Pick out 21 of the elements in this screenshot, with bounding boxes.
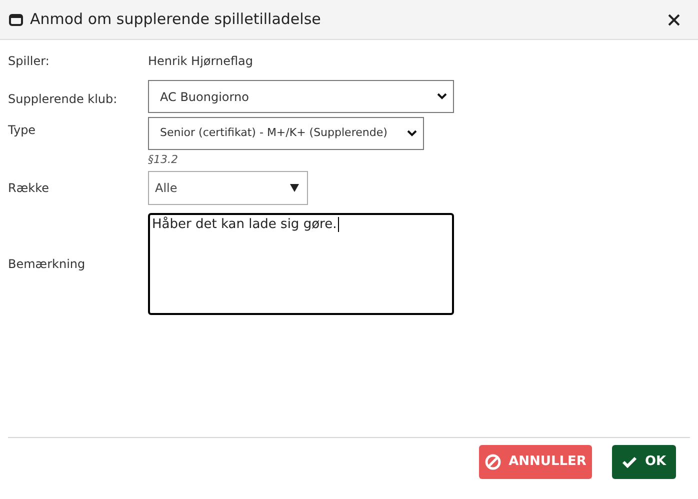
select-field[interactable]: AC Buongiorno xyxy=(148,80,454,113)
prohibited-icon xyxy=(484,454,501,470)
field-label: Spiller: xyxy=(7,53,50,70)
rule-reference: §13.2 xyxy=(148,152,179,168)
chevron-down-icon xyxy=(407,130,417,137)
window-icon xyxy=(9,14,23,26)
field-label: Bemærkning xyxy=(7,256,86,273)
field-label: Type xyxy=(7,122,37,139)
dropdown-field[interactable]: Alle xyxy=(148,171,308,205)
field-label: Supplerende klub: xyxy=(7,91,118,108)
triangle-down-icon xyxy=(290,184,299,192)
remark-textarea[interactable]: Håber det kan lade sig gøre. xyxy=(148,213,454,315)
select-field[interactable]: Senior (certifikat) - M+/K+ (Supplerende) xyxy=(148,117,424,150)
checkmark-icon xyxy=(622,456,637,468)
player-name: Henrik Hjørneflag xyxy=(148,53,253,70)
close-icon[interactable] xyxy=(668,14,680,26)
ok-button[interactable]: OK xyxy=(612,445,676,479)
chevron-down-icon xyxy=(437,93,447,100)
field-label: Række xyxy=(7,180,50,197)
dialog-title: Anmod om supplerende spilletilladelse xyxy=(30,9,321,30)
cancel-button[interactable]: ANNULLER xyxy=(479,445,592,479)
